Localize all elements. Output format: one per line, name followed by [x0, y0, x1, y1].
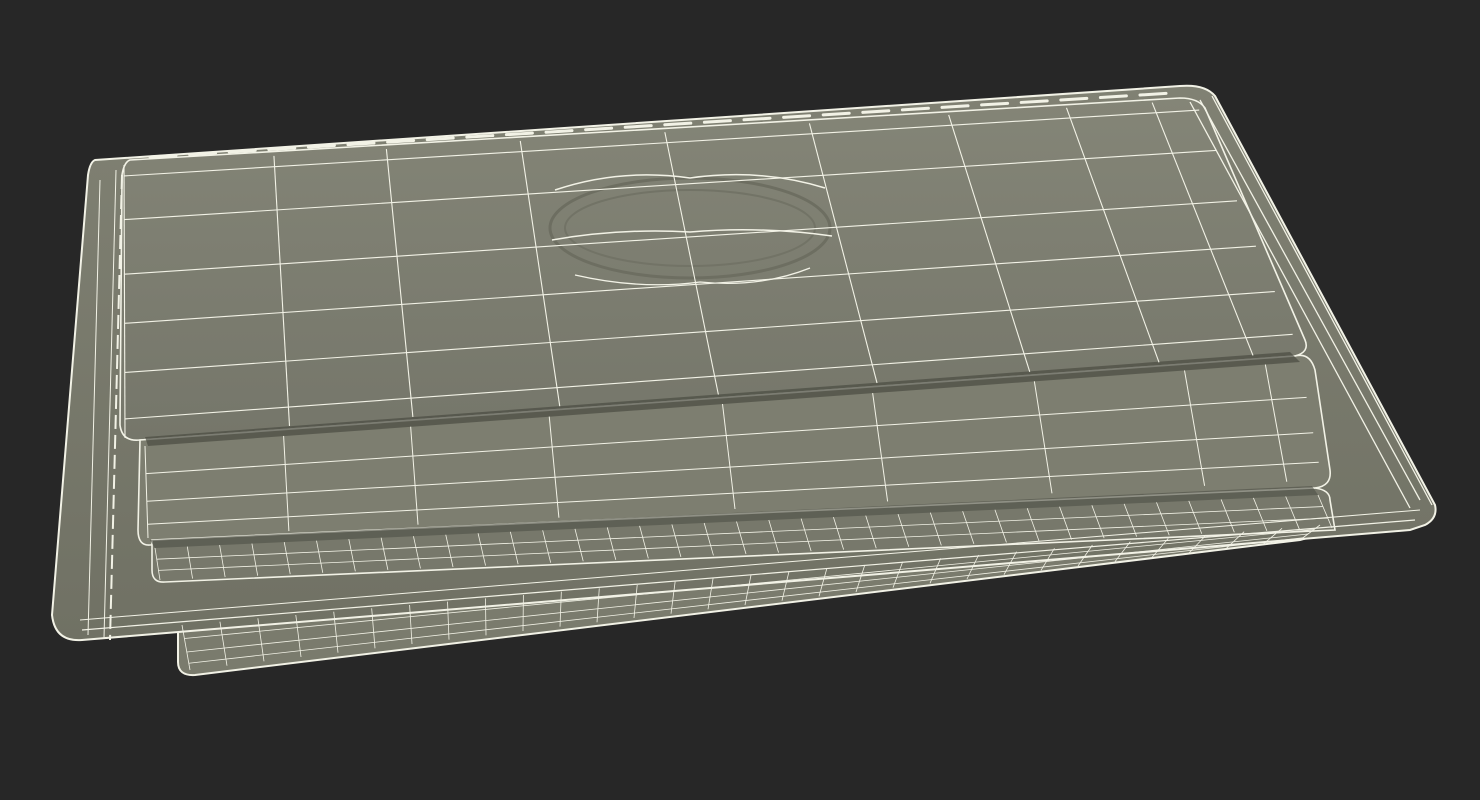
stitch-mark [425, 136, 455, 142]
stitch-mark [267, 146, 297, 152]
stitch-mark [148, 153, 178, 159]
stitch-mark [663, 121, 693, 127]
stitch-mark [1019, 99, 1049, 104]
stitch-mark [940, 104, 970, 109]
stitch-mark [742, 116, 772, 122]
stitch-mark [346, 141, 376, 147]
stitch-mark [1098, 94, 1128, 99]
stitch-mark [900, 106, 930, 112]
stitch-mark [1059, 96, 1089, 102]
stitch-mark [584, 126, 614, 132]
stitch-mark [544, 129, 574, 134]
stitch-mark [188, 151, 218, 157]
render-viewport [0, 0, 1480, 800]
stitch-mark [861, 109, 891, 114]
stitch-mark [227, 148, 257, 154]
stitch-mark [386, 139, 416, 144]
stitch-mark [306, 143, 336, 149]
wallet-wireframe-render [50, 84, 1437, 677]
stitch-mark [465, 134, 495, 139]
stitch-mark [504, 131, 534, 137]
stitch-mark [821, 111, 851, 117]
stitch-mark [782, 114, 812, 119]
stitch-mark [980, 101, 1010, 107]
stitch-mark [623, 124, 653, 129]
stitch-mark [702, 119, 732, 124]
stitch-mark [1138, 91, 1168, 97]
